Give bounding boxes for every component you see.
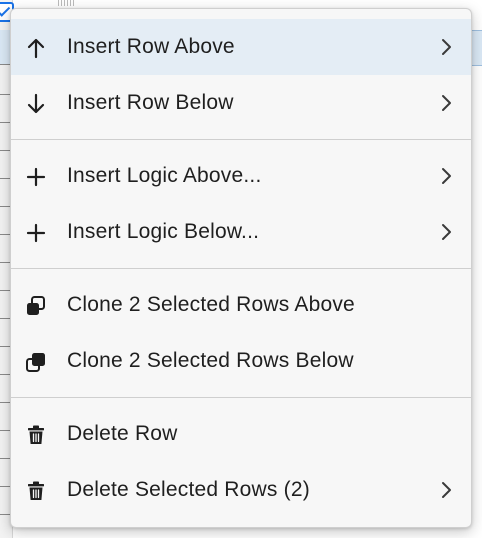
context-menu: Insert Row Above Insert Row Below Insert…: [10, 8, 472, 528]
trash-icon: [28, 425, 44, 444]
menu-separator: [11, 397, 471, 398]
menu-item-label: Clone 2 Selected Rows Below: [67, 349, 354, 372]
menu-item-label: Delete Row: [67, 422, 178, 445]
menu-item-label: Insert Row Above: [67, 35, 235, 58]
menu-item-insert-row-above[interactable]: Insert Row Above: [11, 19, 471, 75]
menu-item-insert-logic-above[interactable]: Insert Logic Above...: [11, 148, 471, 204]
spreadsheet-background: Insert Row Above Insert Row Below Insert…: [0, 0, 482, 538]
trash-icon: [28, 481, 44, 500]
menu-item-clone-rows-below[interactable]: Clone 2 Selected Rows Below: [11, 333, 471, 389]
chevron-right-icon: [442, 224, 451, 240]
menu-item-delete-selected-rows[interactable]: Delete Selected Rows (2): [11, 462, 471, 518]
arrow-down-icon: [27, 93, 45, 114]
chevron-right-icon: [442, 39, 451, 55]
menu-separator: [11, 139, 471, 140]
menu-item-label: Insert Logic Below...: [67, 220, 260, 243]
menu-item-label: Insert Row Below: [67, 91, 234, 114]
clone-below-icon: [26, 353, 45, 372]
arrow-up-icon: [27, 38, 45, 59]
menu-item-insert-row-below[interactable]: Insert Row Below: [11, 75, 471, 131]
plus-icon: [26, 167, 46, 187]
menu-item-label: Insert Logic Above...: [67, 164, 262, 187]
menu-item-label: Delete Selected Rows (2): [67, 478, 310, 501]
selected-cell-edge: [472, 30, 482, 66]
menu-item-label: Clone 2 Selected Rows Above: [67, 293, 355, 316]
menu-item-clone-rows-above[interactable]: Clone 2 Selected Rows Above: [11, 277, 471, 333]
chevron-right-icon: [442, 95, 451, 111]
chevron-right-icon: [442, 482, 451, 498]
menu-item-insert-logic-below[interactable]: Insert Logic Below...: [11, 204, 471, 260]
menu-item-delete-row[interactable]: Delete Row: [11, 406, 471, 462]
chevron-right-icon: [442, 168, 451, 184]
menu-separator: [11, 268, 471, 269]
plus-icon: [26, 223, 46, 243]
clone-above-icon: [27, 296, 45, 315]
column-resize-grip[interactable]: [58, 0, 74, 6]
grid-right-edge: [472, 0, 482, 538]
